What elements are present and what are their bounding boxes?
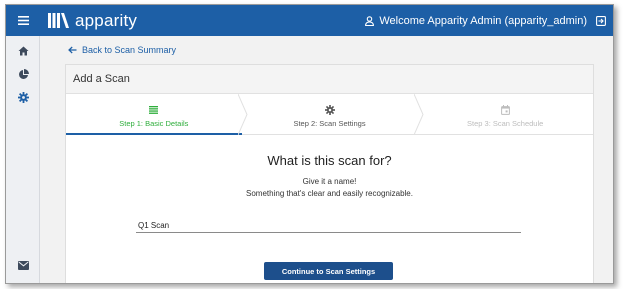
- back-link-label: Back to Scan Summary: [82, 45, 177, 55]
- step-label: Step 2: Scan Settings: [293, 119, 366, 128]
- form-question: What is this scan for?: [267, 153, 392, 168]
- side-nav: [6, 36, 40, 283]
- form-hint-line1: Give it a name!: [302, 177, 357, 186]
- main-content: Back to Scan Summary Add a Scan Step 1: …: [41, 36, 613, 283]
- step-basic-details[interactable]: Step 1: Basic Details: [66, 94, 242, 135]
- continue-to-scan-settings-button[interactable]: Continue to Scan Settings: [264, 262, 393, 280]
- step-label: Step 3: Scan Schedule: [467, 119, 544, 128]
- menu-icon[interactable]: [6, 5, 40, 36]
- step-scan-settings[interactable]: Step 2: Scan Settings: [242, 94, 418, 134]
- logo-icon: [48, 13, 69, 28]
- welcome-text: Welcome Apparity Admin (apparity_admin): [379, 14, 587, 27]
- pie-chart-icon[interactable]: [6, 66, 40, 82]
- brand-name: apparity: [75, 10, 138, 30]
- app-logo[interactable]: apparity: [48, 11, 137, 31]
- mail-icon[interactable]: [6, 257, 40, 273]
- user-icon: [365, 15, 375, 26]
- gear-icon: [324, 102, 335, 117]
- top-bar: apparity Welcome Apparity Admin (apparit…: [6, 5, 613, 36]
- calendar-icon: [500, 102, 510, 117]
- add-scan-card: Add a Scan Step 1: Basic Details Step 2:…: [65, 64, 594, 283]
- form-hint-line2: Something that's clear and easily recogn…: [246, 189, 413, 198]
- card-title: Add a Scan: [66, 65, 593, 94]
- logout-icon[interactable]: [596, 15, 606, 26]
- settings-icon[interactable]: [6, 89, 40, 105]
- home-icon[interactable]: [6, 43, 40, 59]
- scan-name-input[interactable]: [136, 218, 521, 233]
- step-divider-chevron: [238, 94, 248, 135]
- step-scan-schedule: Step 3: Scan Schedule: [417, 94, 593, 134]
- list-icon: [149, 102, 159, 117]
- back-to-scan-summary-link[interactable]: Back to Scan Summary: [68, 45, 176, 55]
- app-window: apparity Welcome Apparity Admin (apparit…: [5, 4, 614, 284]
- stepper: Step 1: Basic Details Step 2: Scan Setti…: [66, 94, 593, 135]
- step-label: Step 1: Basic Details: [119, 119, 189, 128]
- arrow-left-icon: [68, 46, 77, 54]
- step-divider-chevron: [414, 94, 424, 135]
